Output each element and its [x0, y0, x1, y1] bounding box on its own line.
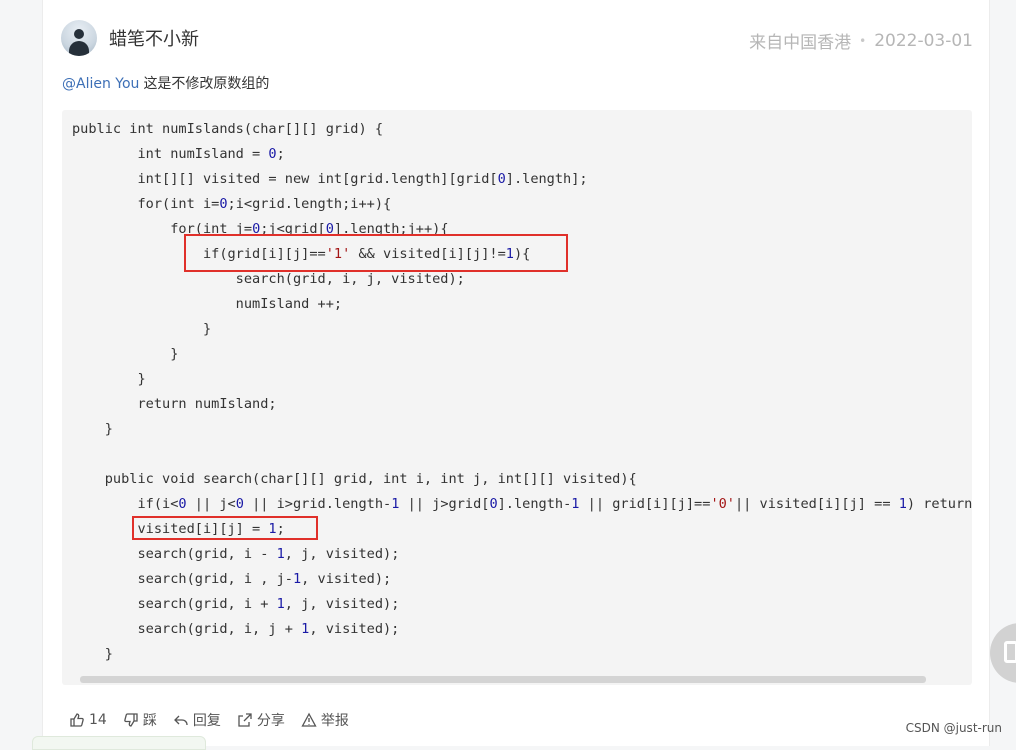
share-button[interactable]: 分享: [237, 710, 285, 730]
comment-card: 蜡笔不小新 来自中国香港 • 2022-03-01 @Alien You 这是不修…: [42, 0, 990, 746]
report-button[interactable]: 举报: [301, 710, 349, 730]
comment-actions: 14 踩 回复 分享 举报: [69, 710, 349, 730]
code-content: public int numIslands(char[][] grid) { i…: [72, 117, 972, 667]
code-token: return numIsland;: [72, 396, 277, 412]
code-line: search(grid, i , j-1, visited);: [72, 567, 972, 592]
floating-tool-button[interactable]: [990, 623, 1016, 683]
code-token: , visited);: [309, 621, 400, 637]
code-line: public void search(char[][] grid, int i,…: [72, 467, 972, 492]
code-token: public int numIslands(char[][] grid) {: [72, 121, 383, 137]
code-token: }: [72, 646, 113, 662]
code-token: ;i<grid.length;i++){: [227, 196, 392, 212]
comment-text: @Alien You 这是不修改原数组的: [62, 73, 269, 93]
reply-button[interactable]: 回复: [173, 710, 221, 730]
code-token: public void search(char[][] grid, int i,…: [72, 471, 637, 487]
comment-location: 来自中国香港: [749, 33, 852, 53]
highlight-box-visited-assign: [132, 516, 318, 540]
code-token: 1: [898, 496, 907, 512]
code-token: 0: [219, 196, 228, 212]
code-token: '0': [710, 496, 735, 512]
code-token: 1: [276, 546, 285, 562]
like-button[interactable]: 14: [69, 712, 107, 728]
meta-separator: •: [859, 33, 867, 48]
comment-body: 这是不修改原数组的: [143, 76, 270, 92]
dislike-button[interactable]: 踩: [123, 710, 157, 730]
code-token: 0: [268, 146, 277, 162]
code-line: }: [72, 367, 972, 392]
code-token: }: [72, 421, 113, 437]
code-token: search(grid, i , j-: [72, 571, 293, 587]
code-token: , j, visited);: [284, 596, 400, 612]
code-token: }: [72, 346, 179, 362]
code-token: search(grid, i +: [72, 596, 277, 612]
thumbs-down-icon: [124, 713, 138, 727]
code-line: search(grid, i, j + 1, visited);: [72, 617, 972, 642]
code-line: }: [72, 642, 972, 667]
code-token: ;: [276, 146, 285, 162]
code-line: int[][] visited = new int[grid.length][g…: [72, 167, 972, 192]
dislike-label: 踩: [142, 713, 157, 729]
code-token: || j>grid[: [399, 496, 490, 512]
like-count: 14: [89, 712, 107, 728]
thumbs-up-icon: [70, 713, 84, 727]
comment-date: 2022-03-01: [874, 30, 973, 51]
code-token: || i>grid.length-: [243, 496, 392, 512]
avatar-head: [74, 29, 84, 39]
share-icon: [238, 713, 252, 727]
code-line: if(i<0 || j<0 || i>grid.length-1 || j>gr…: [72, 492, 972, 517]
code-token: search(grid, i -: [72, 546, 277, 562]
code-token: , visited);: [301, 571, 392, 587]
username[interactable]: 蜡笔不小新: [109, 25, 199, 51]
code-token: search(grid, i, j +: [72, 621, 302, 637]
code-line: search(grid, i + 1, j, visited);: [72, 592, 972, 617]
code-token: }: [72, 371, 146, 387]
code-token: for(int i=: [72, 196, 220, 212]
code-token: 0: [489, 496, 498, 512]
document-icon: [1004, 641, 1016, 663]
comment-meta: 来自中国香港 • 2022-03-01: [749, 28, 973, 54]
code-token: 0: [235, 496, 244, 512]
code-line: numIsland ++;: [72, 292, 972, 317]
code-line: }: [72, 417, 972, 442]
csdn-watermark: CSDN @just-run: [905, 721, 1002, 735]
code-token: || grid[i][j]==: [579, 496, 711, 512]
code-token: , j, visited);: [284, 546, 400, 562]
code-line: return numIsland;: [72, 392, 972, 417]
code-token: int[][] visited = new int[grid.length][g…: [72, 171, 498, 187]
code-token: numIsland ++;: [72, 296, 343, 312]
code-token: ) return;: [906, 496, 972, 512]
code-token: 0: [497, 171, 506, 187]
share-label: 分享: [256, 713, 285, 729]
horizontal-scrollbar[interactable]: [80, 676, 926, 683]
reply-label: 回复: [192, 713, 221, 729]
code-token: 1: [276, 596, 285, 612]
avatar-body: [69, 41, 89, 56]
avatar[interactable]: [61, 20, 97, 56]
code-token: int numIsland =: [72, 146, 269, 162]
bottom-toolbar-edge: [32, 736, 206, 750]
mention-link[interactable]: @Alien You: [62, 76, 139, 92]
code-line: }: [72, 317, 972, 342]
code-line: search(grid, i - 1, j, visited);: [72, 542, 972, 567]
code-token: }: [72, 321, 212, 337]
code-token: || visited[i][j] ==: [735, 496, 899, 512]
code-token: ].length-: [497, 496, 572, 512]
code-block: public int numIslands(char[][] grid) { i…: [62, 110, 972, 685]
code-line: for(int i=0;i<grid.length;i++){: [72, 192, 972, 217]
code-token: || j<: [186, 496, 236, 512]
code-line: public int numIslands(char[][] grid) {: [72, 117, 972, 142]
report-icon: [301, 712, 317, 727]
report-label: 举报: [320, 713, 349, 729]
highlight-box-if-condition: [184, 234, 568, 272]
code-token: ].length];: [505, 171, 588, 187]
code-line: }: [72, 342, 972, 367]
reply-icon: [173, 715, 188, 726]
code-token: if(i<: [72, 496, 179, 512]
code-token: search(grid, i, j, visited);: [72, 271, 465, 287]
code-token: 1: [292, 571, 302, 587]
code-line: int numIsland = 0;: [72, 142, 972, 167]
code-token: 0: [178, 496, 187, 512]
